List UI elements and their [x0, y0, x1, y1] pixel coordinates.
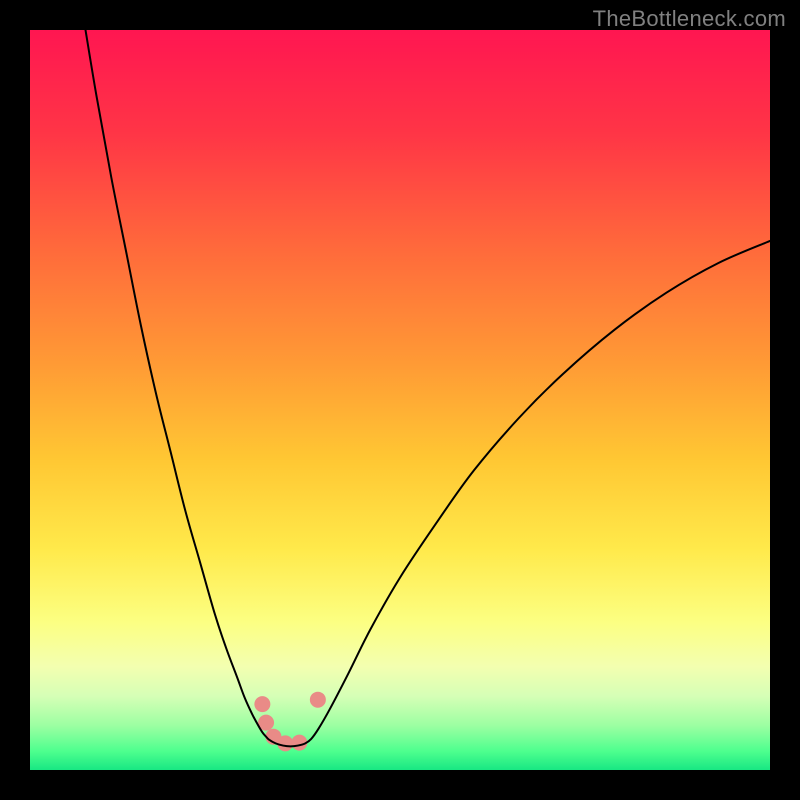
valley-marker-0 — [254, 696, 270, 712]
watermark-text: TheBottleneck.com — [593, 6, 786, 32]
bottleneck-plot — [30, 30, 770, 770]
chart-stage: TheBottleneck.com — [0, 0, 800, 800]
valley-marker-5 — [310, 692, 326, 708]
plot-background — [30, 30, 770, 770]
valley-marker-3 — [277, 735, 293, 751]
